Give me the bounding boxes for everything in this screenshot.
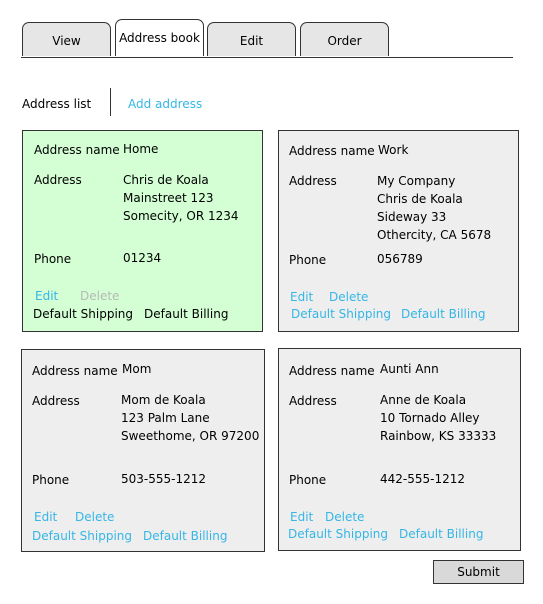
- address-list-label: Address list: [22, 97, 92, 111]
- address-label: Address: [289, 394, 337, 408]
- address-line: Mom de Koala: [121, 393, 206, 407]
- submit-button[interactable]: Submit: [433, 560, 524, 584]
- address-name-label: Address name: [34, 143, 120, 157]
- default-billing-label: Default Billing: [144, 307, 229, 321]
- tab-edit[interactable]: Edit: [207, 22, 296, 56]
- address-name-label: Address name: [289, 144, 375, 158]
- phone-label: Phone: [289, 253, 327, 267]
- default-shipping-link[interactable]: Default Shipping: [288, 527, 388, 541]
- default-billing-link[interactable]: Default Billing: [143, 529, 227, 543]
- delete-link[interactable]: Delete: [325, 510, 364, 524]
- address-line: Anne de Koala: [380, 393, 467, 407]
- address-line: 123 Palm Lane: [121, 411, 210, 425]
- address-line: Somecity, OR 1234: [123, 209, 239, 223]
- tab-view[interactable]: View: [22, 22, 111, 56]
- address-name-label: Address name: [289, 364, 375, 378]
- address-line: 10 Tornado Alley: [380, 411, 480, 425]
- address-label: Address: [289, 174, 337, 188]
- edit-link[interactable]: Edit: [290, 290, 313, 304]
- phone-label: Phone: [289, 473, 327, 487]
- edit-link[interactable]: Edit: [35, 289, 58, 303]
- tab-order[interactable]: Order: [300, 22, 389, 56]
- address-line: My Company: [377, 174, 456, 188]
- address-card-home[interactable]: Address name Home Address Chris de Koala…: [22, 130, 263, 332]
- tab-bar: View Address book Edit Order: [0, 0, 543, 60]
- default-billing-link[interactable]: Default Billing: [399, 527, 483, 541]
- default-shipping-link[interactable]: Default Shipping: [32, 529, 132, 543]
- phone-value: 01234: [123, 251, 162, 265]
- phone-value: 056789: [377, 252, 423, 266]
- address-card-work[interactable]: Address name Work Address My Company Chr…: [278, 130, 519, 332]
- address-line: Mainstreet 123: [123, 191, 214, 205]
- default-shipping-link[interactable]: Default Shipping: [291, 307, 391, 321]
- subnav-separator: [110, 88, 111, 116]
- address-name-value: Aunti Ann: [380, 362, 439, 376]
- address-name-value: Work: [378, 143, 409, 157]
- default-billing-link[interactable]: Default Billing: [401, 307, 485, 321]
- address-line: Chris de Koala: [377, 192, 463, 206]
- address-name-label: Address name: [32, 364, 118, 378]
- edit-link[interactable]: Edit: [34, 510, 57, 524]
- address-line: Sweethome, OR 97200: [121, 429, 260, 443]
- delete-link[interactable]: Delete: [75, 510, 114, 524]
- phone-label: Phone: [32, 473, 70, 487]
- address-line: Chris de Koala: [123, 173, 209, 187]
- address-name-value: Mom: [122, 362, 152, 376]
- edit-link[interactable]: Edit: [290, 510, 313, 524]
- address-card-mom[interactable]: Address name Mom Address Mom de Koala 12…: [21, 349, 265, 552]
- address-label: Address: [32, 394, 80, 408]
- phone-value: 442-555-1212: [380, 472, 466, 486]
- address-line: Othercity, CA 5678: [377, 228, 492, 242]
- tab-divider: [21, 57, 513, 58]
- address-line: Sideway 33: [377, 210, 447, 224]
- address-card-aunti-ann[interactable]: Address name Aunti Ann Address Anne de K…: [278, 348, 521, 551]
- add-address-link[interactable]: Add address: [128, 97, 202, 111]
- address-name-value: Home: [123, 142, 159, 156]
- delete-link: Delete: [80, 289, 120, 303]
- address-line: Rainbow, KS 33333: [380, 429, 497, 443]
- delete-link[interactable]: Delete: [329, 290, 368, 304]
- default-shipping-label: Default Shipping: [33, 307, 134, 321]
- phone-label: Phone: [34, 252, 72, 266]
- phone-value: 503-555-1212: [121, 472, 207, 486]
- address-label: Address: [34, 173, 82, 187]
- tab-address-book[interactable]: Address book: [115, 19, 204, 56]
